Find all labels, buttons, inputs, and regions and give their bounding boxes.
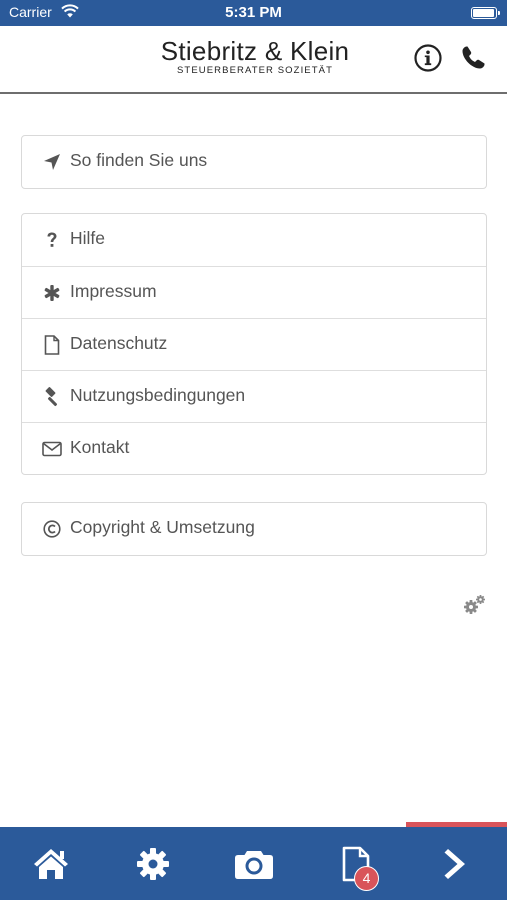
menu-item-location[interactable]: So finden Sie uns (22, 136, 486, 188)
menu-group-info: Hilfe Impressum Datenschutz Nutzungsbedi… (21, 213, 487, 475)
app-header: Stiebritz & Klein STEUERBERATER SOZIETÄT (0, 26, 507, 94)
menu-item-copyright[interactable]: Copyright & Umsetzung (22, 503, 486, 555)
tab-home[interactable] (31, 845, 71, 883)
tab-settings[interactable] (133, 845, 173, 883)
settings-gears-icon[interactable] (462, 594, 486, 616)
menu-item-contact[interactable]: Kontakt (22, 422, 486, 474)
gavel-icon (41, 386, 63, 408)
menu-item-help[interactable]: Hilfe (22, 214, 486, 266)
logo-title: Stiebritz & Klein (160, 36, 350, 66)
gear-icon (137, 848, 169, 880)
menu-item-impressum[interactable]: Impressum (22, 266, 486, 318)
menu-item-label: Nutzungsbedingungen (70, 385, 246, 405)
tab-next[interactable] (436, 845, 476, 883)
tab-camera[interactable] (234, 845, 274, 883)
company-logo[interactable]: Stiebritz & Klein STEUERBERATER SOZIETÄT (150, 36, 360, 76)
battery-level (473, 9, 494, 17)
documents-count-badge: 4 (354, 866, 379, 891)
menu-item-terms[interactable]: Nutzungsbedingungen (22, 370, 486, 422)
location-arrow-icon (41, 151, 63, 173)
menu-item-label: Copyright & Umsetzung (70, 517, 255, 537)
menu-item-label: Datenschutz (70, 333, 168, 353)
chevron-right-icon (444, 849, 465, 879)
logo-subtitle: STEUERBERATER SOZIETÄT (177, 65, 333, 76)
document-icon (41, 334, 63, 356)
menu-item-label: Hilfe (70, 228, 106, 248)
menu-item-privacy[interactable]: Datenschutz (22, 318, 486, 370)
battery-icon (471, 7, 500, 19)
info-icon[interactable] (413, 43, 443, 73)
menu-item-label: Impressum (70, 281, 157, 301)
menu-group-copyright: Copyright & Umsetzung (21, 502, 487, 556)
status-bar: Carrier 5:31 PM (0, 0, 507, 26)
home-icon (34, 849, 68, 879)
envelope-icon (41, 438, 63, 460)
copyright-icon (41, 518, 63, 540)
menu-item-label: So finden Sie uns (70, 150, 208, 170)
menu-group-location: So finden Sie uns (21, 135, 487, 189)
question-icon (41, 229, 63, 251)
asterisk-icon (41, 282, 63, 304)
menu-item-label: Kontakt (70, 437, 130, 457)
status-time: 5:31 PM (225, 4, 282, 21)
camera-icon (235, 851, 273, 879)
phone-icon[interactable] (458, 43, 488, 73)
bottom-tab-bar: 4 (0, 827, 507, 900)
